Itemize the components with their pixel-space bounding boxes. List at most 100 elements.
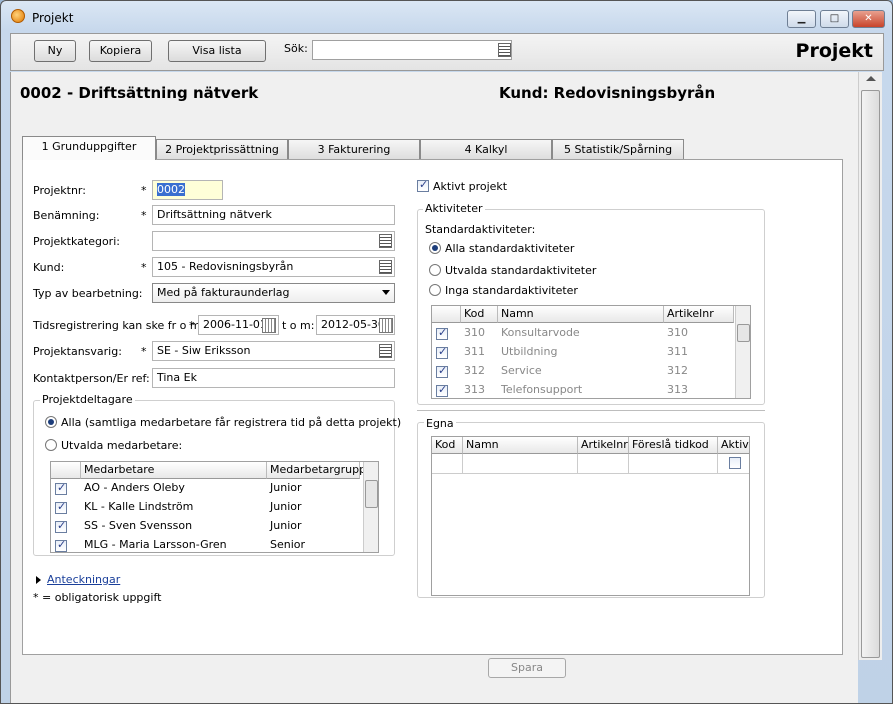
alla-standard-label: Alla standardaktiviteter xyxy=(445,242,575,255)
aktiviteter-label: Aktiviteter xyxy=(423,202,485,215)
medarbetare-cell: AO - Anders Oleby xyxy=(84,481,185,494)
row-checkbox[interactable] xyxy=(55,519,67,533)
benamning-field[interactable]: Driftsättning nätverk xyxy=(152,205,395,225)
alla-radio-label: Alla (samtliga medarbetare får registrer… xyxy=(61,416,402,429)
table-header-grupp[interactable]: Medarbetargrupp xyxy=(267,462,366,479)
artikel-cell: 312 xyxy=(667,364,688,377)
scroll-thumb[interactable] xyxy=(365,480,378,508)
divider xyxy=(417,410,765,411)
expand-triangle-icon[interactable] xyxy=(36,576,41,584)
tab-statistik[interactable]: 5 Statistik/Spårning xyxy=(552,139,684,159)
typ-select[interactable]: Med på fakturaunderlag xyxy=(152,283,395,303)
table-header-namn[interactable]: Namn xyxy=(498,306,664,323)
scroll-thumb[interactable] xyxy=(861,90,880,658)
typ-value: Med på fakturaunderlag xyxy=(157,286,290,299)
kontakt-field[interactable]: Tina Ek xyxy=(152,368,395,388)
projektnr-value: 0002 xyxy=(157,183,185,196)
benamning-label: Benämning: xyxy=(33,209,100,222)
tab-fakturering[interactable]: 3 Fakturering xyxy=(288,139,420,159)
list-icon[interactable] xyxy=(379,260,392,274)
namn-cell: Service xyxy=(501,364,542,377)
projektnr-field[interactable]: 0002 xyxy=(152,180,223,200)
row-checkbox[interactable] xyxy=(55,538,67,552)
table-header-check xyxy=(432,306,461,323)
window-scrollbar[interactable] xyxy=(858,72,882,660)
ansvarig-field[interactable]: SE - Siw Eriksson xyxy=(152,341,395,361)
artikel-cell: 310 xyxy=(667,326,688,339)
spara-button[interactable]: Spara xyxy=(488,658,566,678)
search-label: Sök: xyxy=(284,42,308,55)
aktiv-checkbox[interactable] xyxy=(729,457,741,469)
table-header-tidkod[interactable]: Föreslå tidkod xyxy=(629,437,718,454)
tom-label: t o m: xyxy=(282,319,315,332)
maximize-button[interactable]: □ xyxy=(820,10,849,28)
visa-lista-button[interactable]: Visa lista xyxy=(168,40,266,62)
standardaktiviteter-table: Kod Namn Artikelnr 310 Konsultarvode 310 3… xyxy=(431,305,751,399)
tid-label: Tidsregistrering kan ske fr o m: xyxy=(33,319,205,332)
tab-panel: Projektnr: * 0002 Benämning: * Driftsätt… xyxy=(22,159,843,655)
calendar-icon[interactable] xyxy=(262,318,276,333)
scroll-thumb[interactable] xyxy=(737,324,750,342)
kod-cell: 310 xyxy=(464,326,485,339)
grupp-cell: Junior xyxy=(270,500,302,513)
minimize-button[interactable]: ▁ xyxy=(787,10,816,28)
utvalda-radio[interactable] xyxy=(45,439,57,451)
kod-cell: 311 xyxy=(464,345,485,358)
namn-cell: Utbildning xyxy=(501,345,558,358)
tab-projektprissattning[interactable]: 2 Projektprissättning xyxy=(156,139,288,159)
inga-standard-label: Inga standardaktiviteter xyxy=(445,284,578,297)
page-title: Projekt xyxy=(795,40,873,62)
table-header-medarbetare[interactable]: Medarbetare xyxy=(81,462,267,479)
projektdeltagare-label: Projektdeltagare xyxy=(40,393,135,406)
table-scrollbar[interactable] xyxy=(735,306,750,398)
table-header-artikelnr[interactable]: Artikelnr xyxy=(664,306,734,323)
table-header-artikelnr[interactable]: Artikelnr xyxy=(578,437,629,454)
kopiera-button[interactable]: Kopiera xyxy=(89,40,152,62)
kund-label: Kund: xyxy=(33,261,65,274)
list-icon[interactable] xyxy=(379,234,392,248)
utvalda-standard-radio[interactable] xyxy=(429,264,441,276)
table-scrollbar[interactable] xyxy=(363,462,378,552)
table-row[interactable] xyxy=(432,454,749,474)
table-header-namn[interactable]: Namn xyxy=(463,437,578,454)
medarbetare-cell: KL - Kalle Lindström xyxy=(84,500,194,513)
row-checkbox[interactable] xyxy=(436,326,448,340)
alla-standard-radio[interactable] xyxy=(429,242,441,254)
row-checkbox[interactable] xyxy=(436,383,448,397)
required-mark: * xyxy=(141,209,147,222)
row-checkbox[interactable] xyxy=(55,481,67,495)
row-checkbox[interactable] xyxy=(436,364,448,378)
medarbetare-cell: SS - Sven Svensson xyxy=(84,519,193,532)
ansvarig-label: Projektansvarig: xyxy=(33,345,122,358)
medarbetare-cell: MLG - Maria Larsson-Gren xyxy=(84,538,227,551)
list-icon[interactable] xyxy=(379,344,392,358)
table-header-kod[interactable]: Kod xyxy=(432,437,463,454)
row-checkbox[interactable] xyxy=(55,500,67,514)
kategori-field[interactable] xyxy=(152,231,395,251)
table-header-aktiv[interactable]: Aktiv xyxy=(718,437,749,454)
list-icon[interactable] xyxy=(498,43,511,57)
ny-button[interactable]: Ny xyxy=(34,40,76,62)
scroll-up-icon[interactable] xyxy=(866,76,876,81)
row-checkbox[interactable] xyxy=(436,345,448,359)
aktivt-checkbox[interactable] xyxy=(417,178,429,192)
artikel-cell: 313 xyxy=(667,383,688,396)
kund-field[interactable]: 105 - Redovisningsbyrån xyxy=(152,257,395,277)
cell-divider xyxy=(577,454,578,473)
calendar-icon[interactable] xyxy=(379,318,393,333)
inga-standard-radio[interactable] xyxy=(429,284,441,296)
required-mark: * xyxy=(141,345,147,358)
close-button[interactable]: ✕ xyxy=(852,10,885,28)
anteckningar-link[interactable]: Anteckningar xyxy=(47,573,120,586)
search-input[interactable] xyxy=(312,40,512,60)
title-bar: Projekt ▁ □ ✕ xyxy=(1,1,892,31)
alla-radio[interactable] xyxy=(45,416,57,428)
table-header-kod[interactable]: Kod xyxy=(461,306,498,323)
required-mark: * xyxy=(189,319,195,332)
grupp-cell: Senior xyxy=(270,538,306,551)
tab-grunduppgifter[interactable]: 1 Grunduppgifter xyxy=(22,136,156,160)
kod-cell: 312 xyxy=(464,364,485,377)
grupp-cell: Junior xyxy=(270,519,302,532)
tab-kalkyl[interactable]: 4 Kalkyl xyxy=(420,139,552,159)
required-mark: * xyxy=(141,261,147,274)
